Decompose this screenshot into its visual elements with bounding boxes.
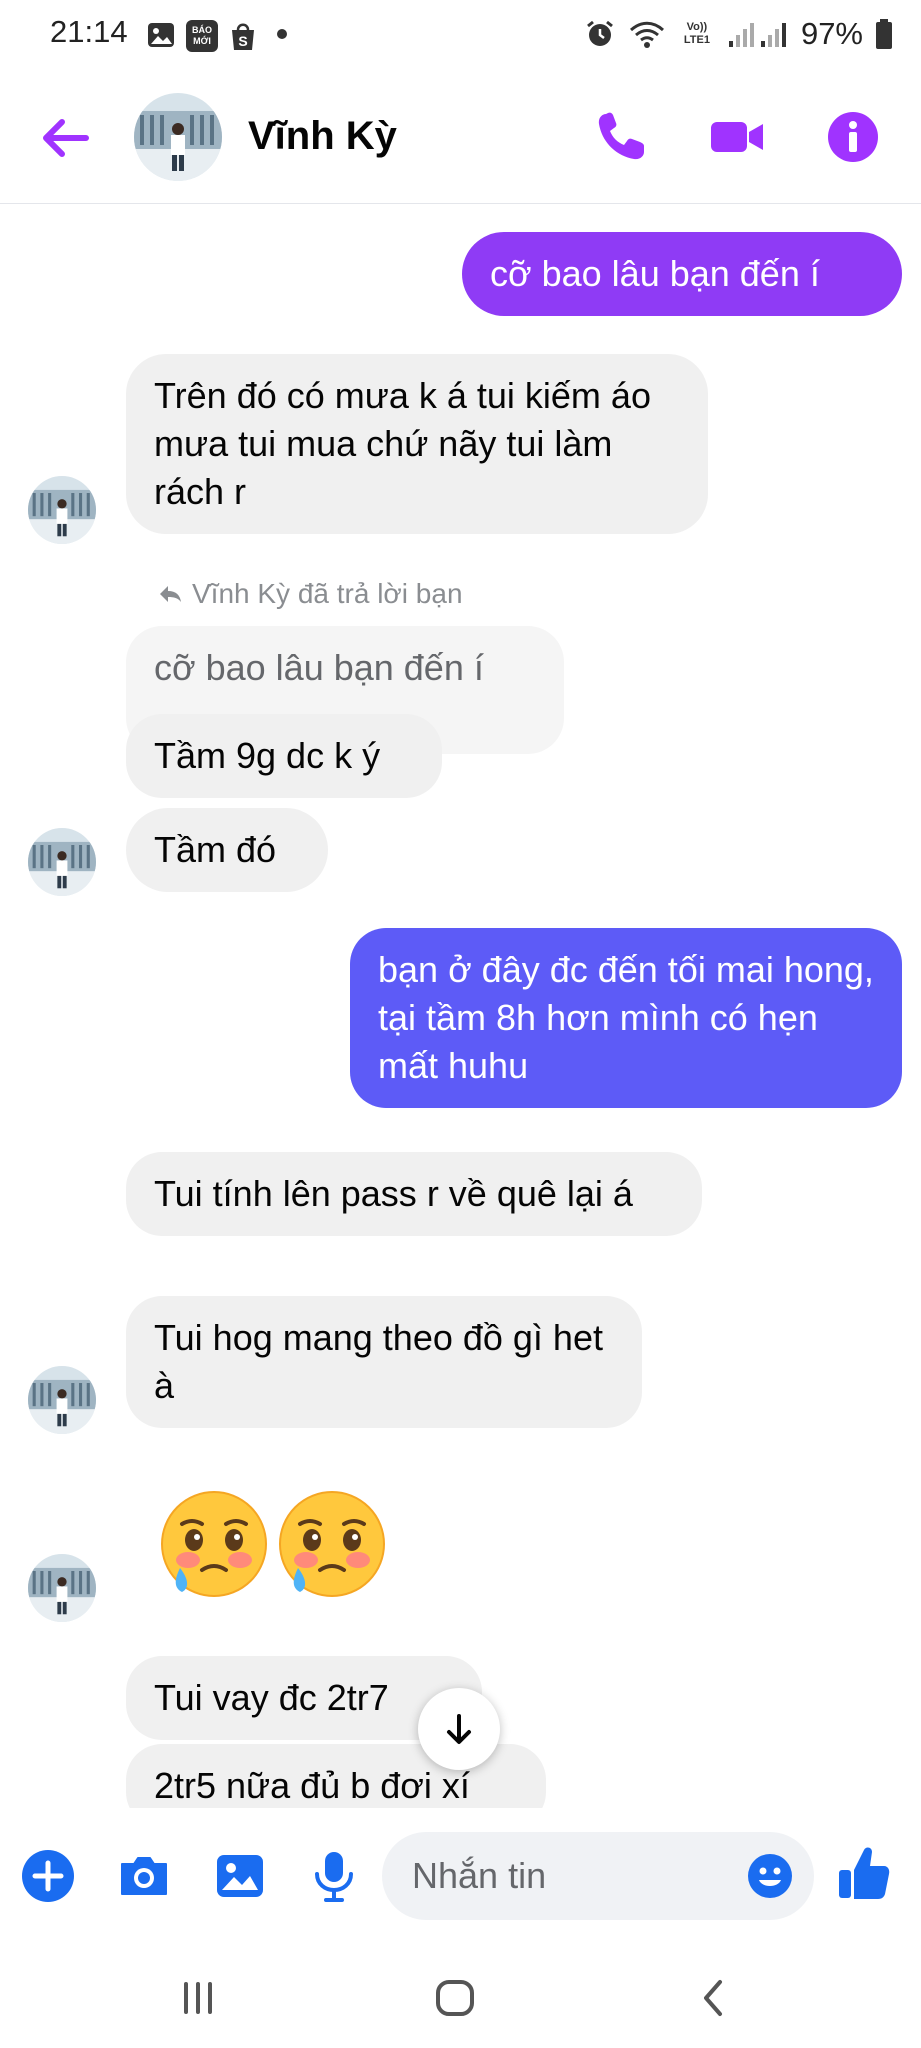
back-arrow-icon[interactable] xyxy=(36,112,96,164)
home-icon[interactable] xyxy=(434,1978,476,2018)
message-incoming[interactable]: Trên đó có mưa k á tui kiếm áo mưa tui m… xyxy=(126,354,708,534)
message-incoming[interactable]: Tui tính lên pass r về quê lại á xyxy=(126,1152,702,1236)
camera-icon[interactable] xyxy=(116,1848,172,1904)
message-text: bạn ở đây đc đến tối mai hong, tại tầm 8… xyxy=(378,949,874,1086)
battery-percent: 97% xyxy=(800,16,863,51)
avatar[interactable] xyxy=(134,93,222,181)
chat-header: Vĩnh Kỳ xyxy=(0,72,921,204)
message-incoming[interactable]: Tui hog mang theo đồ gì het à xyxy=(126,1296,642,1428)
message-input[interactable] xyxy=(412,1832,712,1920)
face-holding-back-tears-emoji[interactable] xyxy=(276,1488,388,1600)
message-text: 2tr5 nữa đủ b đơi xí xyxy=(154,1765,470,1806)
wifi-icon xyxy=(629,21,664,48)
recents-icon[interactable] xyxy=(178,1978,218,2018)
reply-label-text: Vĩnh Kỳ đã trả lời bạn xyxy=(192,578,463,609)
message-outgoing[interactable]: cỡ bao lâu bạn đến í xyxy=(462,232,902,316)
message-text: Tui tính lên pass r về quê lại á xyxy=(154,1173,633,1214)
status-bar: 21:14 BÁO MỚI S Vo)) LTE1 97% xyxy=(0,0,921,72)
back-icon[interactable] xyxy=(698,1978,728,2018)
info-icon[interactable] xyxy=(824,108,882,166)
avatar[interactable] xyxy=(28,828,96,896)
status-right: Vo)) LTE1 97% xyxy=(585,14,893,54)
gallery-icon[interactable] xyxy=(212,1848,268,1904)
message-outgoing[interactable]: bạn ở đây đc đến tối mai hong, tại tầm 8… xyxy=(350,928,902,1108)
phone-icon[interactable] xyxy=(592,108,650,166)
face-holding-back-tears-emoji[interactable] xyxy=(158,1488,270,1600)
message-text: cỡ bao lâu bạn đến í xyxy=(490,253,820,294)
quoted-text: cỡ bao lâu bạn đến í xyxy=(154,647,484,688)
reply-context-label: Vĩnh Kỳ đã trả lời bạn xyxy=(158,578,463,610)
bao-moi-icon: BÁO MỚI xyxy=(186,20,218,52)
video-icon[interactable] xyxy=(708,108,766,166)
message-text: Tầm đó xyxy=(154,829,277,870)
alarm-icon xyxy=(587,20,613,46)
plus-icon[interactable] xyxy=(20,1848,76,1904)
microphone-icon[interactable] xyxy=(306,1848,362,1904)
avatar[interactable] xyxy=(28,1554,96,1622)
dot-icon xyxy=(277,29,287,39)
battery-icon xyxy=(876,19,892,49)
signal-icon xyxy=(728,23,786,47)
avatar[interactable] xyxy=(28,1366,96,1434)
volte-label: Vo)) LTE1 xyxy=(683,21,710,46)
message-incoming[interactable]: Tầm 9g dc k ý xyxy=(126,714,442,798)
message-text: Tầm 9g dc k ý xyxy=(154,735,381,776)
message-input-container[interactable] xyxy=(382,1832,814,1920)
shopee-icon: S xyxy=(232,23,254,50)
bao-moi-label: BÁO MỚI xyxy=(192,25,212,46)
emoji-icon[interactable] xyxy=(746,1852,794,1900)
message-incoming[interactable]: Tầm đó xyxy=(126,808,328,892)
arrow-down-icon xyxy=(447,1714,471,1744)
reply-icon xyxy=(160,586,181,602)
message-text: Tui hog mang theo đồ gì het à xyxy=(154,1317,603,1406)
volte-icon: Vo)) LTE1 xyxy=(679,21,715,47)
composer xyxy=(0,1808,921,1944)
message-text: Trên đó có mưa k á tui kiếm áo mưa tui m… xyxy=(154,375,651,512)
contact-name[interactable]: Vĩnh Kỳ xyxy=(248,114,397,159)
status-time: 21:14 xyxy=(50,14,128,49)
svg-text:S: S xyxy=(238,33,247,49)
scroll-to-bottom-button[interactable] xyxy=(418,1688,500,1770)
system-navbar xyxy=(0,1944,921,2048)
message-text: Tui vay đc 2tr7 xyxy=(154,1677,389,1718)
avatar[interactable] xyxy=(28,476,96,544)
thumbs-up-icon[interactable] xyxy=(836,1844,892,1904)
gallery-icon xyxy=(148,23,174,47)
